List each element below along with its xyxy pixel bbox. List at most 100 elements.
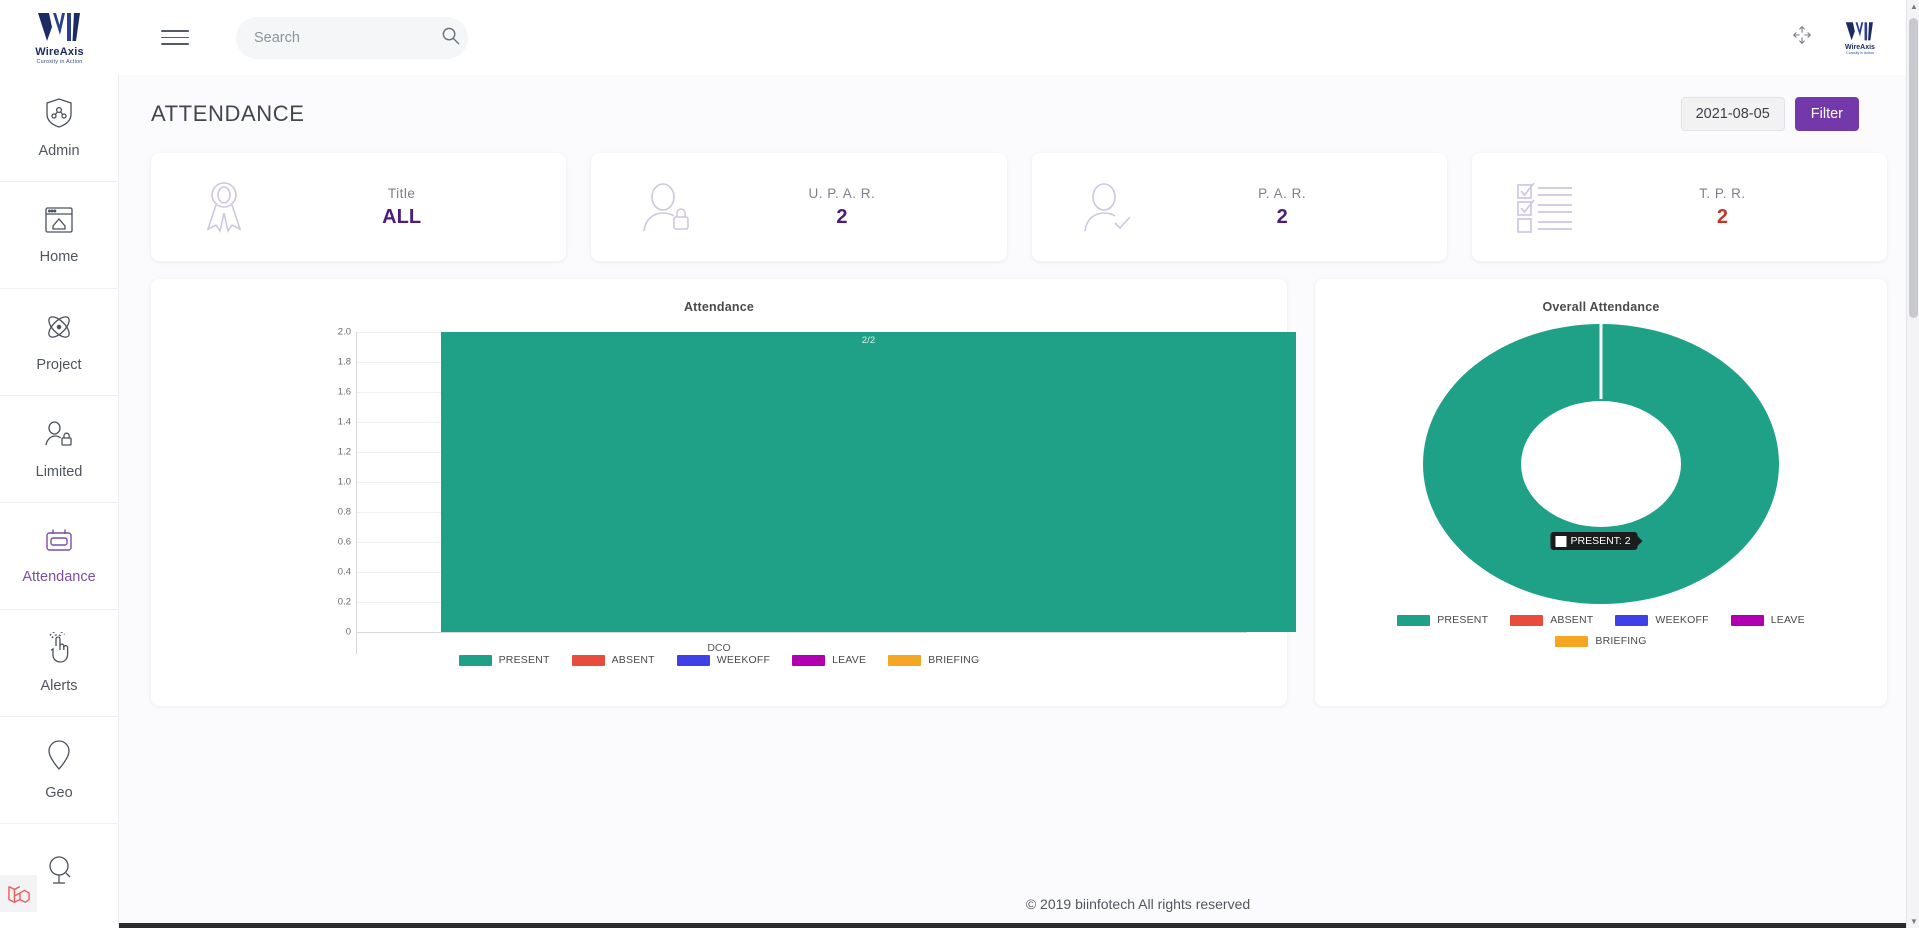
search-icon[interactable] — [441, 26, 460, 50]
sidebar-item-home[interactable]: Home — [0, 182, 118, 289]
sidebar-item-label: Project — [36, 357, 81, 373]
avatar[interactable]: WireAxis Curosity in Action — [1843, 21, 1877, 55]
legend-item[interactable]: LEAVE — [792, 654, 866, 666]
stat-card-label: Title — [388, 186, 416, 201]
gridline — [356, 632, 1247, 633]
legend-swatch-icon — [459, 655, 492, 666]
legend-label: ABSENT — [612, 654, 655, 666]
legend-swatch-icon — [677, 655, 710, 666]
attendance-bar-chart-panel: Attendance 2.01.81.61.41.21.00.80.60.40.… — [151, 279, 1287, 706]
bar-value-label: 2/2 — [441, 335, 1296, 346]
shield-users-icon — [44, 97, 74, 134]
user-lock-icon — [43, 418, 75, 455]
legend-swatch-icon — [572, 655, 605, 666]
sidebar-item-geo[interactable]: Geo — [0, 717, 118, 824]
stat-card-label: T. P. R. — [1699, 186, 1746, 201]
date-filter-input[interactable]: 2021-08-05 — [1681, 97, 1785, 131]
legend-item[interactable]: LEAVE — [1731, 614, 1805, 626]
stat-card-tpr[interactable]: T. P. R. 2 — [1472, 153, 1887, 261]
user-lock-icon — [621, 177, 707, 237]
atom-icon — [43, 311, 75, 348]
sidebar-item-admin[interactable]: Admin — [0, 75, 118, 182]
globe-stand-icon — [44, 854, 74, 891]
x-axis-label: DCO — [151, 642, 1287, 654]
legend-item[interactable]: BRIEFING — [888, 654, 979, 666]
hamburger-icon[interactable] — [161, 25, 189, 50]
legend-item[interactable]: ABSENT — [1510, 614, 1593, 626]
bar-chart-plot: 2.01.81.61.41.21.00.80.60.40.202/2DCO — [151, 314, 1287, 654]
page-title: ATTENDANCE — [151, 101, 305, 127]
avatar-tagline: Curosity in Action — [1846, 51, 1874, 55]
stat-card-upar[interactable]: U. P. A. R. 2 — [591, 153, 1006, 261]
sidebar-item-limited[interactable]: Limited — [0, 396, 118, 503]
donut-svg[interactable] — [1315, 314, 1887, 614]
tooltip-swatch-icon — [1555, 536, 1566, 547]
sidebar-item-alerts[interactable]: Alerts — [0, 610, 118, 717]
sidebar-item-project[interactable]: Project — [0, 289, 118, 396]
brand-name: WireAxis — [35, 46, 84, 58]
legend-item[interactable]: ABSENT — [572, 654, 655, 666]
search-input[interactable] — [254, 30, 441, 46]
stat-card-value: 2 — [1277, 206, 1288, 229]
vertical-scrollbar[interactable]: ▲ ▼ — [1906, 0, 1919, 928]
sidebar-item-label: Admin — [38, 143, 79, 159]
top-bar: WireAxis Curosity in Action — [0, 0, 1919, 75]
award-person-icon — [181, 177, 267, 237]
legend-swatch-icon — [1397, 615, 1430, 626]
scrollbar-thumb[interactable] — [1909, 18, 1918, 318]
stat-card-title[interactable]: Title ALL — [151, 153, 566, 261]
y-axis-tick: 1.4 — [311, 417, 351, 428]
search-box[interactable] — [236, 17, 468, 59]
avatar-name: WireAxis — [1845, 44, 1875, 51]
bar-chart-legend: PRESENT ABSENT WEEKOFF LEAVE BRIEFING — [151, 654, 1287, 666]
legend-swatch-icon — [1615, 615, 1648, 626]
fullscreen-arrows-icon[interactable] — [1791, 24, 1813, 51]
stat-cards: Title ALL U. P. A. R. 2 — [119, 131, 1919, 261]
y-axis-tick: 0.4 — [311, 567, 351, 578]
sidebar-item-label: Home — [40, 249, 79, 265]
legend-item[interactable]: WEEKOFF — [677, 654, 770, 666]
donut-chart-legend: PRESENT ABSENT WEEKOFF LEAVE BRIEFING — [1315, 614, 1887, 647]
bar-chart-title: Attendance — [151, 279, 1287, 314]
legend-swatch-icon — [792, 655, 825, 666]
sidebar-item-label: Alerts — [40, 678, 77, 694]
legend-swatch-icon — [1731, 615, 1764, 626]
footer-text: © 2019 biinfotech All rights reserved — [1026, 896, 1250, 912]
stat-card-value: 2 — [1717, 206, 1728, 229]
legend-label: PRESENT — [1437, 614, 1488, 626]
legend-label: WEEKOFF — [717, 654, 770, 666]
donut-chart-title: Overall Attendance — [1315, 279, 1887, 314]
sidebar-item-attendance[interactable]: Attendance — [0, 503, 118, 610]
sidebar-item-label: Geo — [45, 785, 72, 801]
main-content: ATTENDANCE 2021-08-05 Filter Title ALL — [119, 75, 1919, 928]
brand-logo[interactable]: WireAxis Curosity in Action — [0, 0, 119, 75]
stat-card-value: ALL — [382, 206, 421, 229]
calendar-icon — [43, 527, 75, 560]
legend-label: ABSENT — [1550, 614, 1593, 626]
chart-panels: Attendance 2.01.81.61.41.21.00.80.60.40.… — [119, 261, 1919, 706]
horizontal-scrollbar[interactable] — [119, 923, 1906, 928]
scroll-up-arrow-icon[interactable]: ▲ — [1910, 2, 1918, 11]
bar-present[interactable] — [441, 332, 1296, 632]
y-axis-tick: 0.6 — [311, 537, 351, 548]
stat-card-par[interactable]: P. A. R. 2 — [1032, 153, 1447, 261]
legend-item[interactable]: PRESENT — [1397, 614, 1488, 626]
page-header: ATTENDANCE 2021-08-05 Filter — [119, 75, 1919, 131]
laravel-logo-icon[interactable] — [0, 875, 37, 912]
legend-item[interactable]: PRESENT — [459, 654, 550, 666]
sidebar: Admin Home Project — [0, 75, 119, 928]
wireaxis-mark-icon — [35, 11, 85, 45]
filter-button[interactable]: Filter — [1795, 97, 1859, 131]
legend-swatch-icon — [1555, 636, 1588, 647]
footer: © 2019 biinfotech All rights reserved — [238, 880, 1919, 928]
tap-hand-icon — [44, 632, 74, 669]
legend-label: BRIEFING — [1595, 635, 1646, 647]
browser-home-icon — [43, 205, 75, 240]
legend-item[interactable]: BRIEFING — [1555, 635, 1646, 647]
legend-swatch-icon — [1510, 615, 1543, 626]
legend-item[interactable]: WEEKOFF — [1615, 614, 1708, 626]
scroll-down-arrow-icon[interactable]: ▼ — [1910, 917, 1918, 926]
y-axis-tick: 0.8 — [311, 507, 351, 518]
user-check-icon — [1062, 177, 1148, 237]
sidebar-item-label: Limited — [36, 464, 83, 480]
